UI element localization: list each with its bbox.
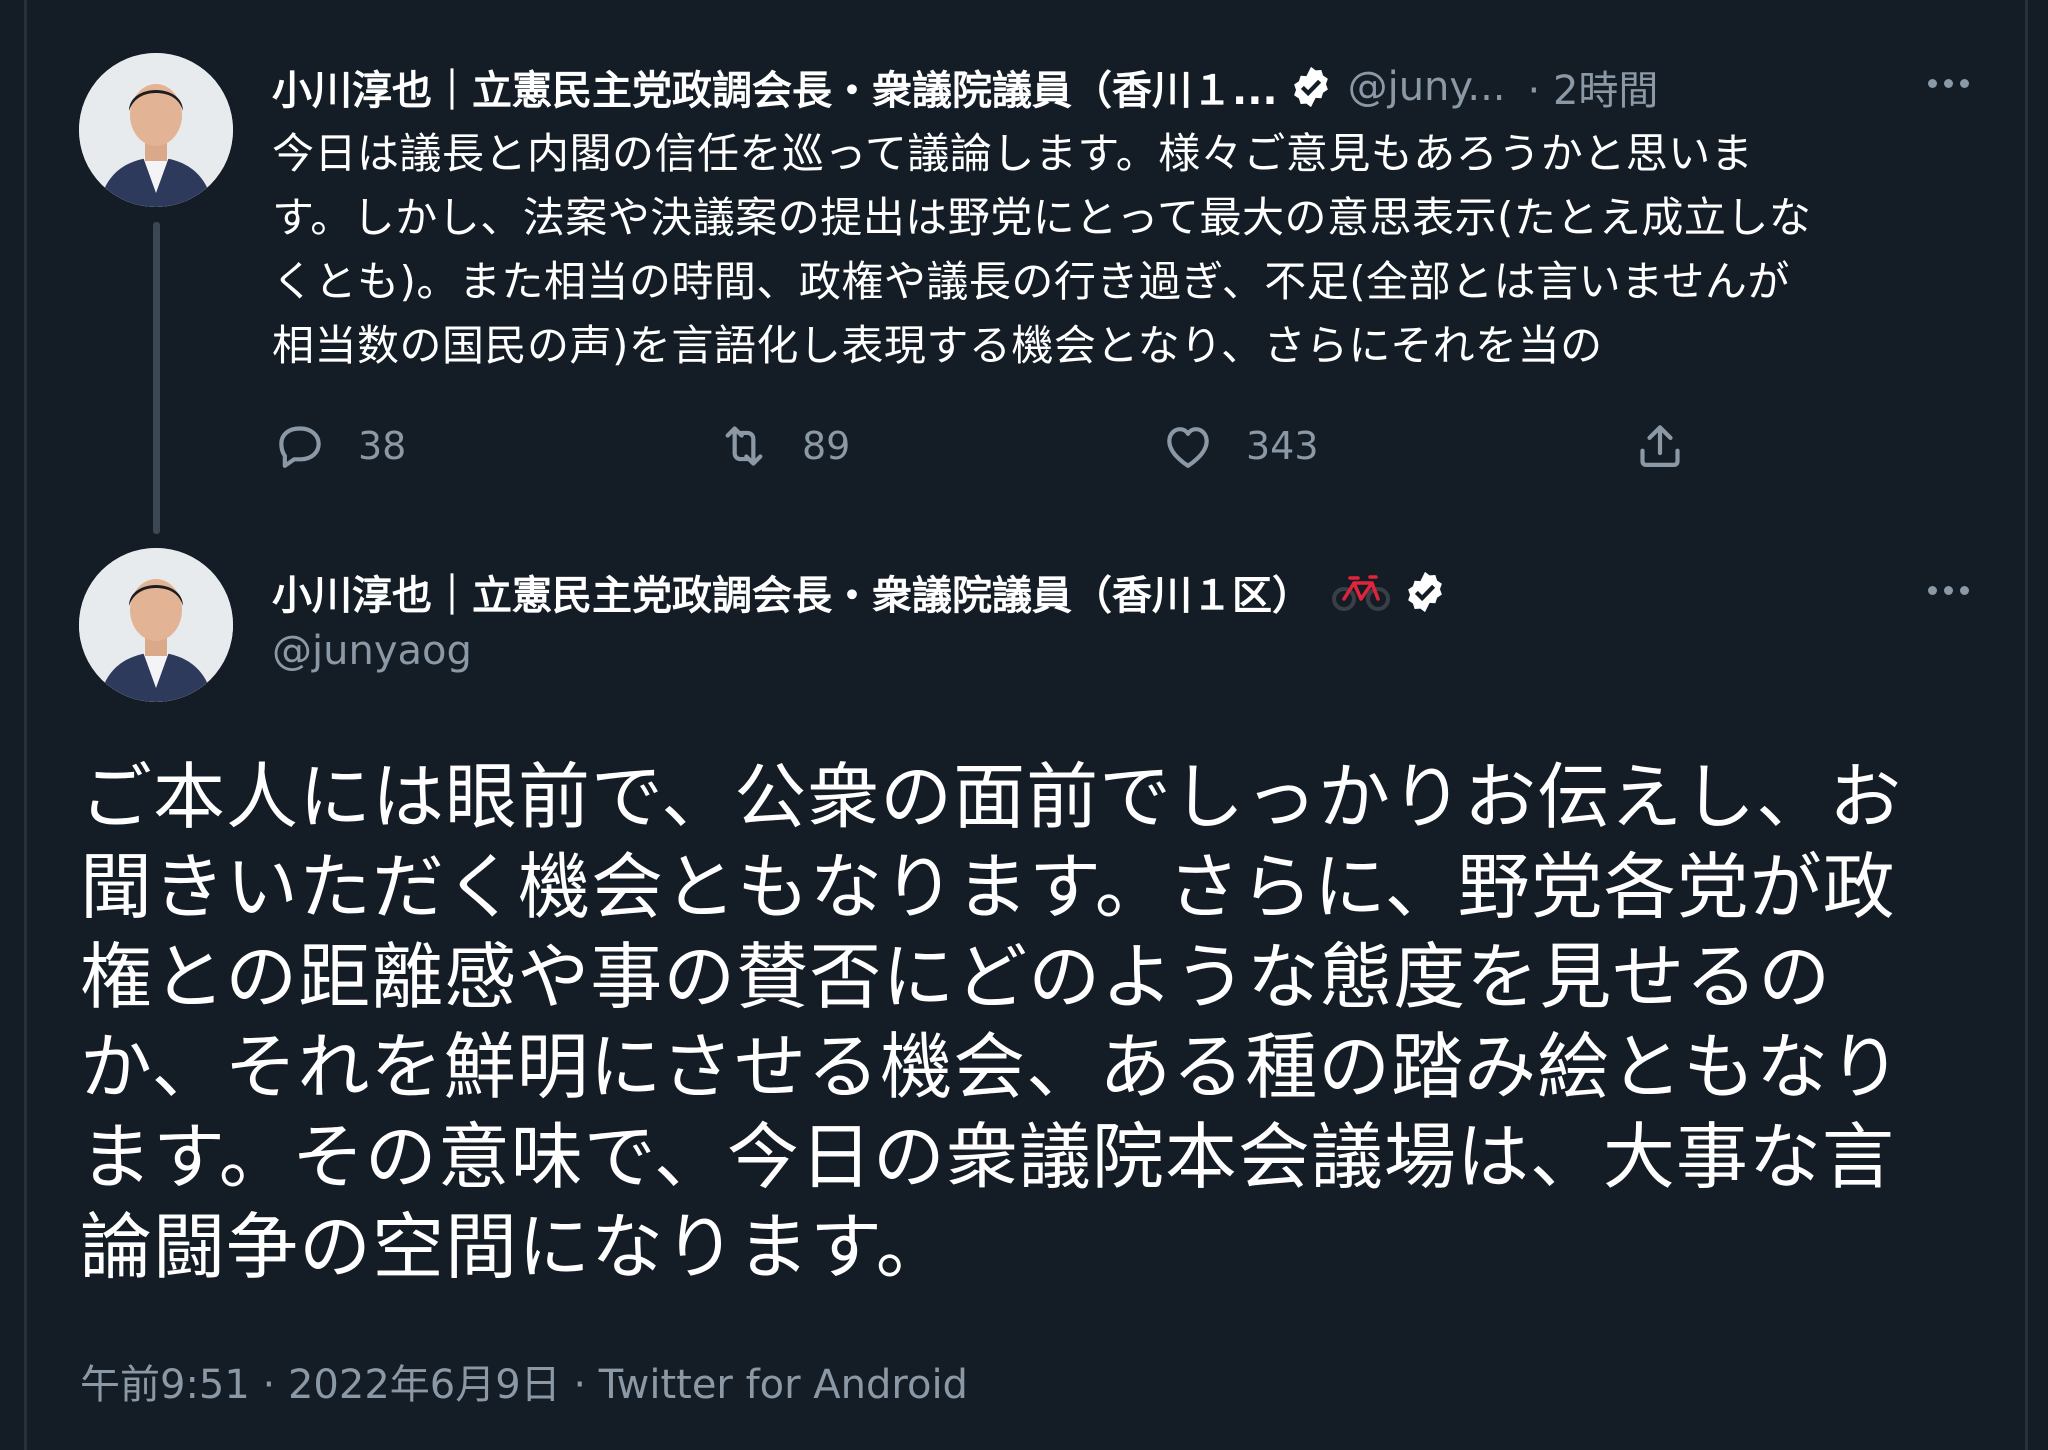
share-icon <box>1640 425 1680 467</box>
like-button[interactable]: 343 <box>1160 418 1319 474</box>
more-options-icon[interactable] <box>1928 79 1969 88</box>
display-name[interactable]: 小川淳也｜立憲民主党政調会長・衆議院議員（香川１... <box>272 58 1278 116</box>
avatar-photo-icon <box>79 53 233 207</box>
tweet-text-line: 相当数の国民の声)を言語化し表現する機会となり、さらにそれを当の <box>272 321 1603 370</box>
reply-tweet-text: 今日は議長と内閣の信任を巡って議論します。様々ご意見もあろうかと思いま す。しか… <box>272 122 1992 378</box>
verified-badge-icon <box>1408 571 1442 613</box>
tweet-text-line: 今日は議長と内閣の信任を巡って議論します。様々ご意見もあろうかと思いま <box>272 129 1754 178</box>
bicycle-emoji-icon <box>1332 575 1390 611</box>
tweet-text-line: くとも)。また相当の時間、政権や議長の行き過ぎ、不足(全部とは言いませんが <box>272 257 1790 306</box>
more-options-icon[interactable] <box>1928 586 1969 595</box>
retweet-button[interactable]: 89 <box>716 418 850 474</box>
reply-button[interactable]: 38 <box>272 418 406 474</box>
thread-connector <box>153 222 160 534</box>
retweet-icon <box>725 426 763 466</box>
tweet-text-line: か、それを鮮明にさせる機会、ある種の踏み絵ともなり <box>80 1025 1903 1109</box>
avatar[interactable] <box>79 53 233 207</box>
tweet-text-line: 論闘争の空間になります。 <box>80 1205 949 1289</box>
retweet-count: 89 <box>802 424 851 468</box>
reply-count: 38 <box>358 424 407 468</box>
tweet-actions: 38 89 343 <box>272 418 1722 478</box>
tweet-text-line: ます。その意味で、今日の衆議院本会議場は、大事な言 <box>80 1115 1895 1199</box>
main-tweet-header: 小川淳也｜立憲民主党政調会長・衆議院議員（香川１区） <box>272 563 1448 621</box>
reply-tweet-header: 小川淳也｜立憲民主党政調会長・衆議院議員（香川１... @juny... · 2… <box>272 58 1658 116</box>
verified-badge-icon <box>1293 66 1328 108</box>
tweet-text-line: 聞きいただく機会ともなります。さらに、野党各党が政 <box>80 845 1896 929</box>
timestamp[interactable]: · 2時間 <box>1528 58 1659 116</box>
left-border <box>24 0 27 1450</box>
right-border <box>2025 0 2028 1450</box>
avatar-photo-icon <box>79 548 233 702</box>
tweet-text-line: 権との距離感や事の賛否にどのような態度を見せるの <box>80 935 1832 1019</box>
reply-icon <box>279 426 321 468</box>
like-count: 343 <box>1246 424 1319 468</box>
tweet-text-line: す。しかし、法案や決議案の提出は野党にとって最大の意思表示(たとえ成立しな <box>272 193 1812 242</box>
tweet-timestamp-source[interactable]: 午前9:51 · 2022年6月9日 · Twitter for Android <box>80 1352 968 1410</box>
display-name[interactable]: 小川淳也｜立憲民主党政調会長・衆議院議員（香川１区） <box>272 563 1312 621</box>
avatar[interactable] <box>79 548 233 702</box>
handle[interactable]: @juny... <box>1348 64 1506 110</box>
heart-icon <box>1167 427 1209 468</box>
handle[interactable]: @junyaog <box>272 628 472 674</box>
share-button[interactable] <box>1632 418 1688 474</box>
main-tweet-text: ご本人には眼前で、公衆の面前でしっかりお伝えし、お 聞きいただく機会ともなります… <box>80 752 2000 1292</box>
tweet-text-line: ご本人には眼前で、公衆の面前でしっかりお伝えし、お <box>80 755 1903 839</box>
